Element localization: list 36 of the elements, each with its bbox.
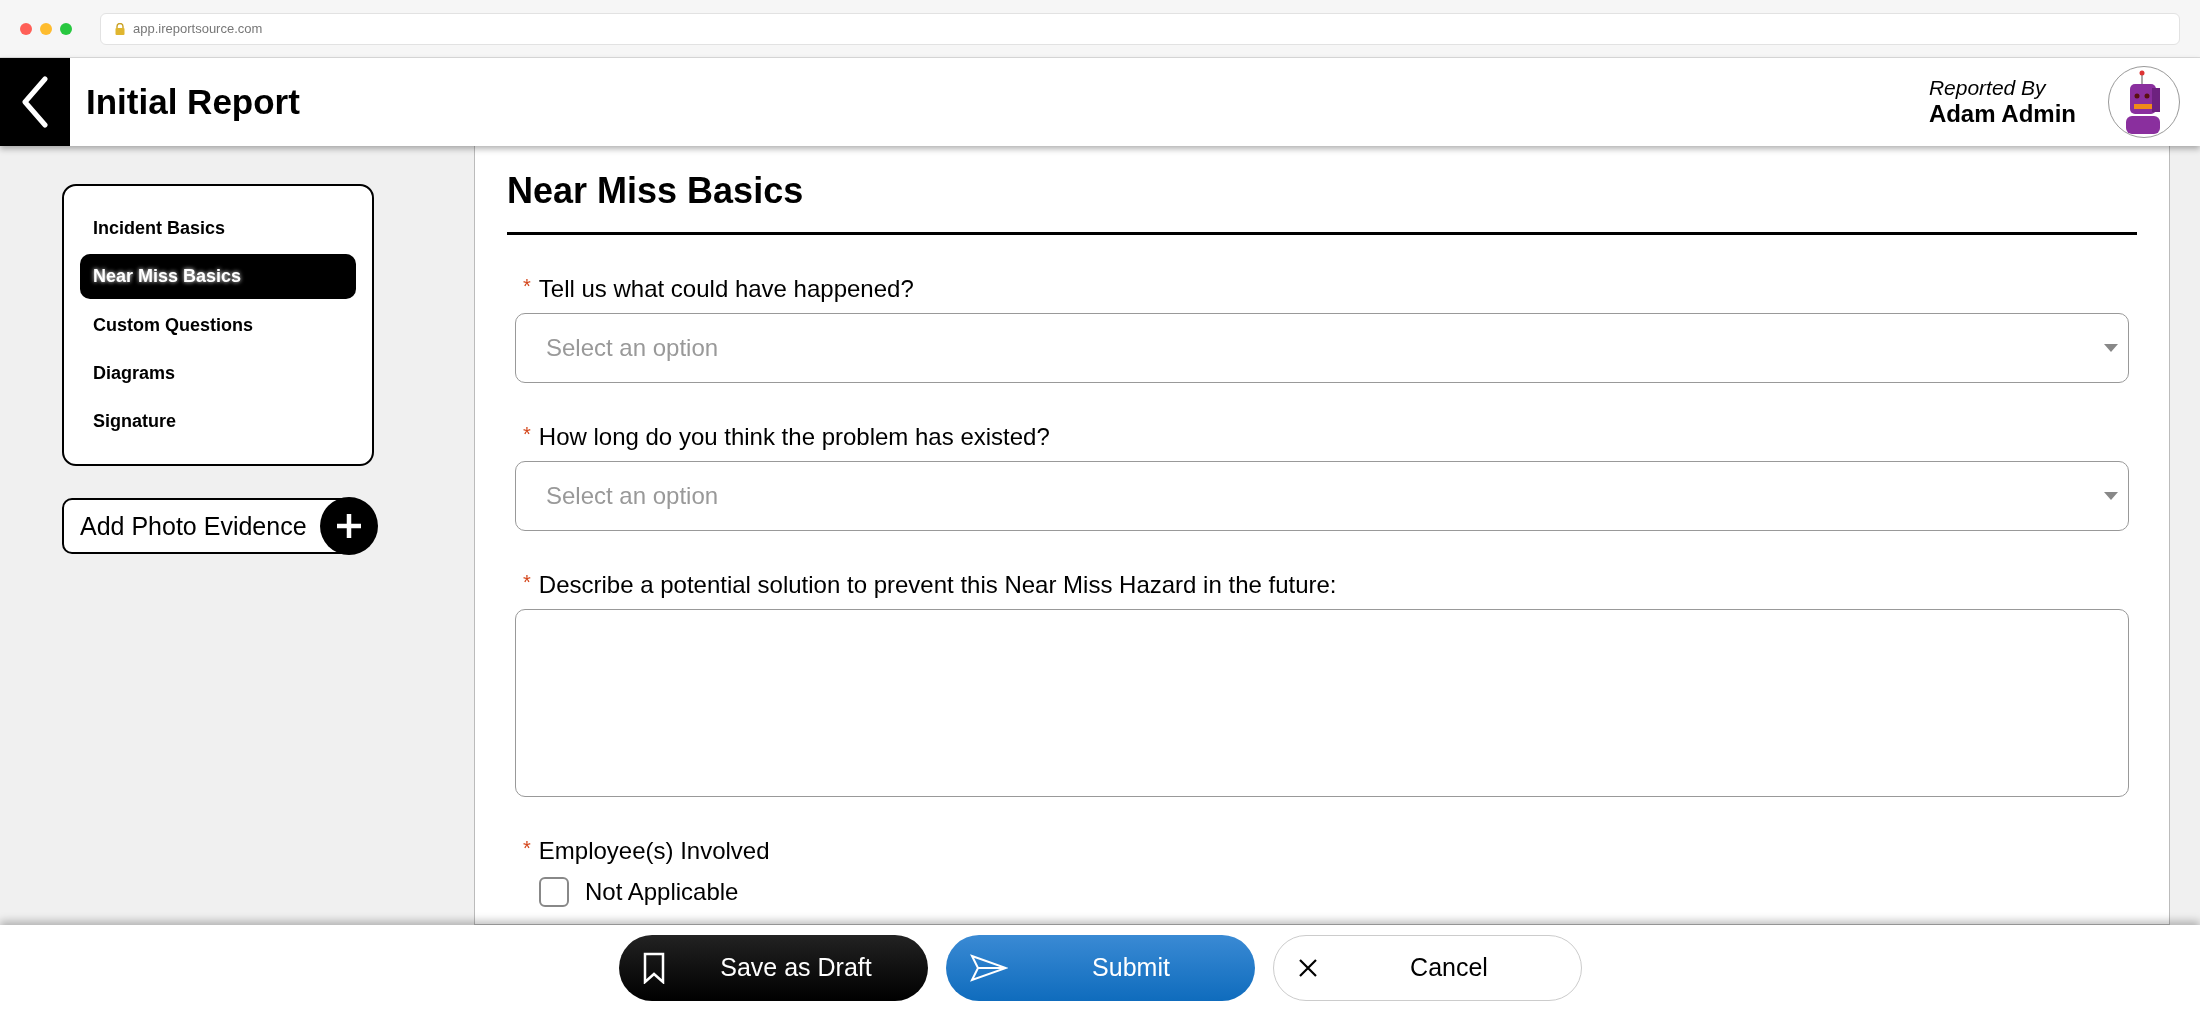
section-title: Near Miss Basics — [507, 170, 2137, 235]
checkbox[interactable] — [539, 877, 569, 907]
section-nav-item[interactable]: Signature — [80, 398, 356, 444]
plus-icon — [320, 497, 378, 555]
section-nav-item[interactable]: Incident Basics — [80, 206, 356, 252]
chevron-left-icon — [22, 76, 48, 128]
dropdown-caret-icon — [2104, 492, 2118, 500]
close-window-icon[interactable] — [20, 22, 32, 35]
add-photo-button[interactable]: Add Photo Evidence — [62, 498, 376, 554]
send-icon — [969, 953, 1008, 982]
reported-by-label: Reported By — [1928, 76, 2048, 100]
section-nav-item[interactable]: Diagrams — [80, 350, 356, 396]
close-icon — [1297, 957, 1318, 978]
bookmark-icon — [642, 951, 665, 984]
required-mark: * — [523, 571, 531, 595]
dropdown-caret-icon — [2104, 344, 2118, 352]
required-mark: * — [523, 837, 531, 861]
back-button[interactable] — [0, 58, 70, 146]
reporter-name: Adam Admin — [1928, 100, 2076, 128]
page-title: Initial Report — [86, 82, 301, 122]
cancel-button[interactable]: Cancel — [1272, 934, 1582, 1001]
question-label: Employee(s) Involved — [538, 837, 770, 865]
section-nav-item[interactable]: Near Miss Basics — [80, 254, 356, 300]
submit-button[interactable]: Submit — [945, 934, 1255, 1001]
required-mark: * — [523, 423, 531, 447]
save-draft-button[interactable]: Save as Draft — [618, 934, 928, 1001]
maximize-window-icon[interactable] — [60, 22, 72, 35]
required-mark: * — [523, 275, 531, 299]
lock-icon — [115, 22, 125, 35]
question-label: Tell us what could have happened? — [538, 275, 914, 303]
minimize-window-icon[interactable] — [40, 22, 52, 35]
address-bar[interactable]: app.ireportsource.com — [100, 12, 2180, 45]
checkbox-label: Not Applicable — [585, 878, 739, 906]
question-label: How long do you think the problem has existed? — [538, 423, 1050, 451]
question-label: Describe a potential solution to prevent this Near Miss Hazard in the future: — [538, 571, 1337, 599]
section-nav-item[interactable]: Custom Questions — [80, 302, 356, 348]
